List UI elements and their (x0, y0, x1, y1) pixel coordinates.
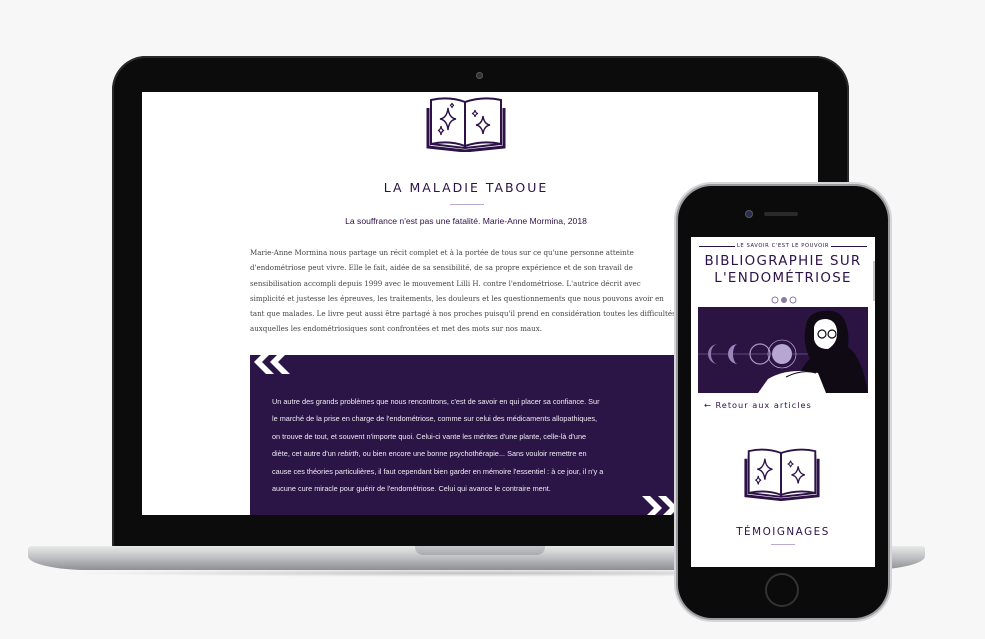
body-line: Marie-Anne Mormina nous partage un récit… (250, 248, 634, 257)
body-line: tant que malades. Le livre peut aussi êt… (250, 309, 676, 319)
phone-speaker (764, 212, 798, 216)
hero-illustration (698, 307, 868, 393)
quote-line: le marché de la prise en charge de l'end… (272, 414, 598, 424)
body-line: d'endométriose peut vivre. Elle le fait,… (250, 263, 633, 273)
quote-line: Un autre des grands problèmes que nous r… (272, 397, 600, 406)
quote-line: cause ces théories particulières, il fau… (272, 466, 604, 476)
back-to-articles-link[interactable]: ← Retour aux articles (704, 400, 812, 410)
phone-title-line: BIBLIOGRAPHIE SUR (704, 254, 862, 269)
scrollbar[interactable] (873, 261, 875, 301)
tagline-rule-right (831, 246, 867, 247)
article-body: Marie-Anne Mormina nous partage un récit… (250, 245, 680, 337)
phone-camera (745, 210, 753, 218)
body-line: sensibilisation accompli depuis 1999 ave… (250, 278, 641, 288)
body-line: simplicité et justesse les épreuves, les… (250, 293, 664, 303)
phone-screen: LE SAVOIR C'EST LE POUVOIR BIBLIOGRAPHIE… (691, 237, 875, 567)
body-line: auxquelles les endométriosiques sont con… (250, 324, 542, 334)
quote-text-segment: , ou bien encore une bonne psychothérapi… (358, 449, 587, 459)
quote-text: Un autre des grands problèmes que nous r… (272, 393, 672, 497)
section-title: TÉMOIGNAGES (736, 526, 830, 538)
book-sparkles-icon (425, 94, 507, 153)
phone-page-title: BIBLIOGRAPHIE SUR L'ENDOMÉTRIOSE (691, 253, 875, 287)
laptop-camera (476, 72, 483, 79)
laptop-notch (415, 546, 545, 555)
title-divider (450, 204, 484, 205)
quote-emphasis: rebirth (337, 449, 359, 459)
quote-line: on trouve de tout, et souvent n'importe … (272, 431, 587, 441)
close-quote-icon (640, 496, 678, 515)
quote-line: aucune cure miracle pour guérir de l'end… (272, 484, 551, 494)
section-divider (771, 544, 795, 545)
book-sparkles-icon (743, 445, 821, 502)
quote-line: diète, cet autre d'un rebirth, ou bien e… (272, 445, 672, 462)
phone-home-button[interactable] (765, 573, 799, 607)
open-quote-icon (254, 350, 292, 379)
quote-text-segment: diète, cet autre d'un (272, 449, 338, 459)
phone-title-line: L'ENDOMÉTRIOSE (714, 271, 852, 286)
